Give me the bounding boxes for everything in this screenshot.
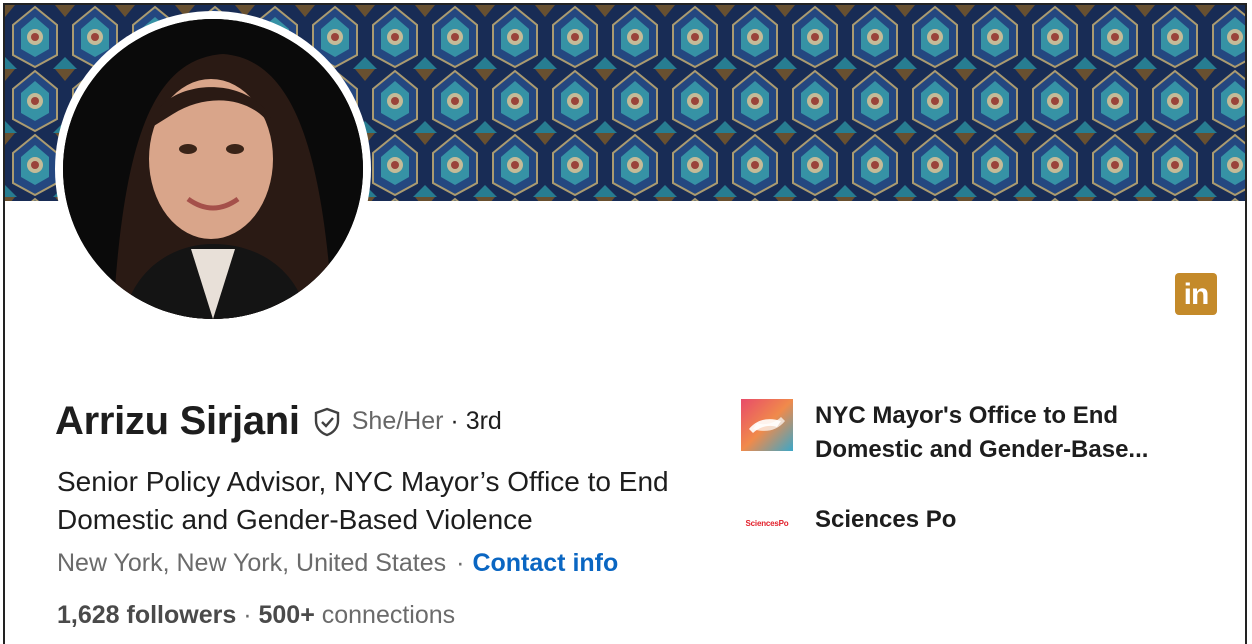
education[interactable]: SciencesPo Sciences Po (741, 503, 1215, 555)
stats-separator: · (243, 601, 252, 629)
nyc-mayors-office-logo (741, 399, 793, 451)
verified-shield-icon[interactable] (312, 407, 342, 437)
profile-headline: Senior Policy Advisor, NYC Mayor’s Offic… (57, 466, 669, 535)
pronouns: She/Her (351, 407, 444, 435)
connections-label: connections (321, 601, 456, 629)
current-company[interactable]: NYC Mayor's Office to End Domestic and G… (741, 399, 1215, 467)
linkedin-icon[interactable]: in (1175, 273, 1217, 315)
contact-info-link[interactable]: Contact info (472, 549, 618, 577)
profile-name: Arrizu Sirjani (55, 399, 300, 443)
sciences-po-logo: SciencesPo (741, 503, 793, 555)
location-row: New York, New York, United States · Contac… (57, 549, 618, 578)
education-school-name: Sciences Po (815, 506, 957, 533)
followers-count[interactable]: 1,628 followers (57, 601, 236, 629)
profile-photo-frame[interactable] (55, 11, 371, 327)
profile-card: in Arrizu Sirjani She/Her · 3rd Senior P… (3, 3, 1247, 644)
profile-photo[interactable] (63, 19, 363, 319)
stats-row: 1,628 followers · 500+ connections (57, 601, 455, 630)
profile-location: New York, New York, United States (57, 549, 447, 577)
separator-dot: · (456, 549, 465, 577)
connections-count[interactable]: 500+ (258, 601, 314, 629)
connection-degree: · 3rd (443, 407, 501, 436)
connection-degree-text: · 3rd (450, 407, 502, 435)
name-row: Arrizu Sirjani She/Her · 3rd (55, 399, 502, 444)
sciences-po-logo-text: SciencesPo (745, 518, 789, 528)
current-company-name: NYC Mayor's Office to End Domestic and G… (815, 402, 1149, 463)
